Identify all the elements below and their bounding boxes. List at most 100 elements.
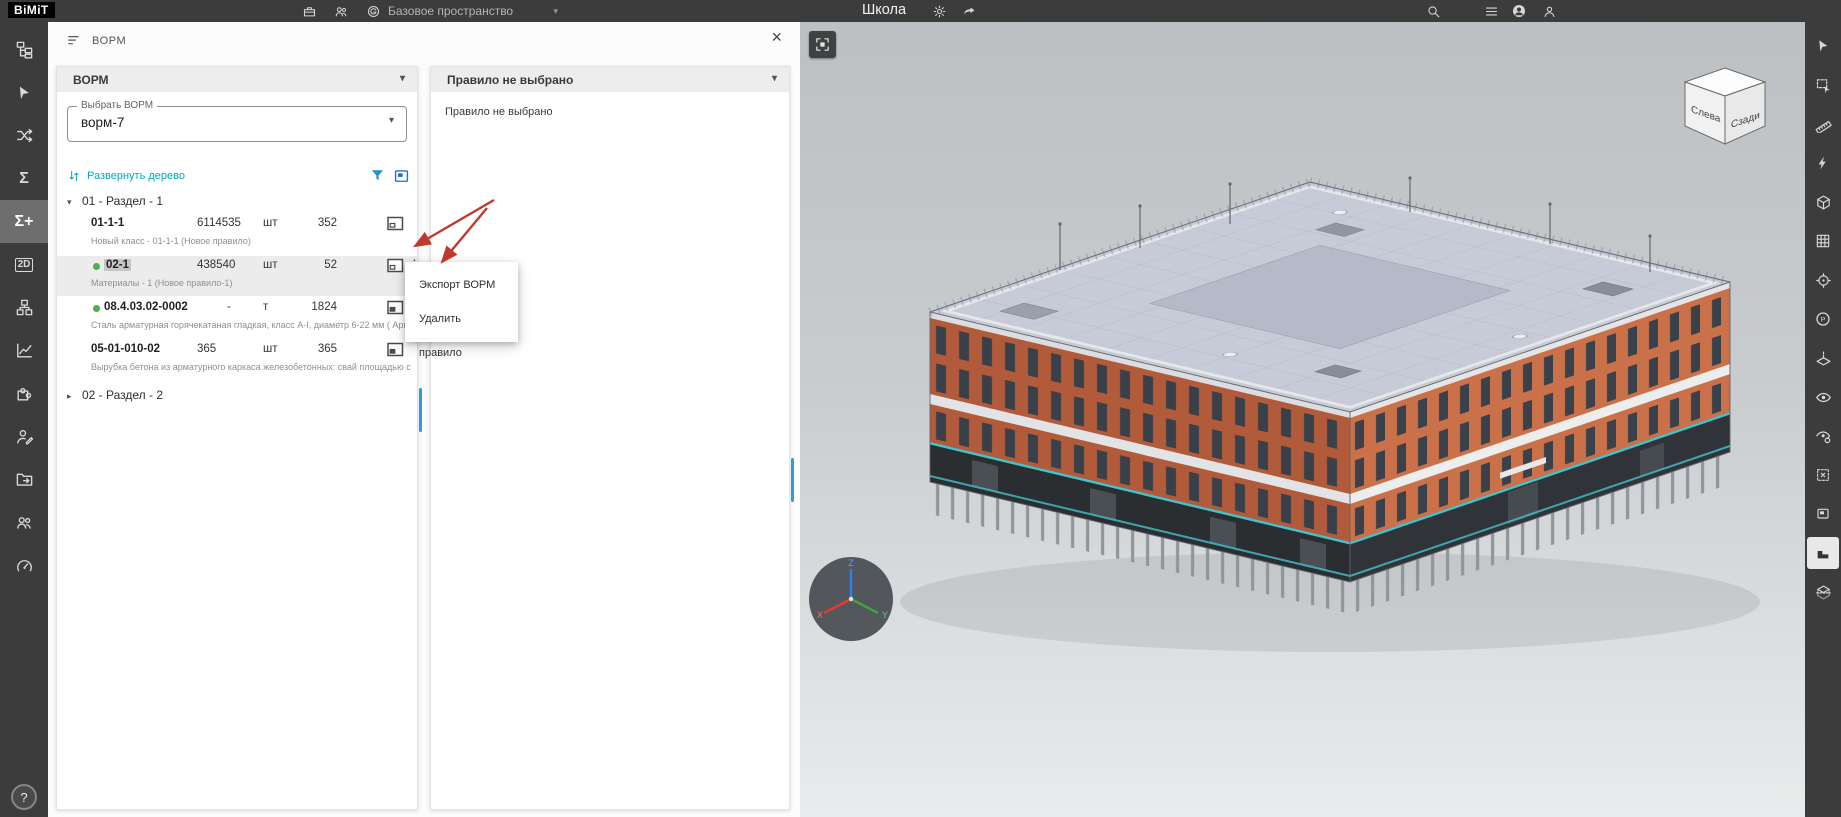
tree-row-selected[interactable]: 02-1 438540 шт 52 ⋮ Материалы - 1 (Новое… [57, 256, 421, 296]
app-root: BiMiT Базовое пространство ▾ Школа Σ Σ+ … [0, 0, 1841, 817]
row-count: 52 [324, 259, 337, 271]
row-unit: т [263, 301, 269, 313]
show-elements-icon[interactable] [387, 300, 404, 318]
hide-box-icon[interactable] [1807, 459, 1839, 491]
left-toolbar: Σ Σ+ 2D [0, 22, 48, 817]
topbar: BiMiT Базовое пространство ▾ Школа [0, 0, 1841, 22]
vorm-select[interactable]: Выбрать ВОРМ ворм-7 ▾ [67, 100, 407, 142]
user-icon[interactable] [1538, 3, 1560, 19]
analytics-chart-icon[interactable] [0, 329, 48, 372]
visibility-settings-icon[interactable] [1807, 420, 1839, 452]
avatar[interactable] [1508, 3, 1530, 19]
building-model [900, 176, 1760, 652]
row-subtitle: Вырубка бетона из арматурного каркаса же… [91, 362, 411, 372]
plugins-puzzle-icon[interactable] [0, 372, 48, 415]
connections-icon[interactable] [0, 114, 48, 157]
expand-tree-button[interactable]: Развернуть дерево [67, 169, 185, 183]
menu-item-delete-rule[interactable]: Удалить правило [405, 302, 518, 359]
workspace-label: Базовое пространство [388, 4, 514, 18]
settings-gear-icon[interactable] [928, 3, 950, 19]
scrollbar-thumb-right[interactable] [791, 458, 794, 502]
expand-icon [67, 169, 81, 183]
team-icon[interactable] [330, 3, 352, 19]
menu-list-icon[interactable] [1480, 3, 1502, 19]
projection-p-icon[interactable] [1807, 303, 1839, 335]
structure-tree-icon[interactable] [0, 28, 48, 71]
select-area-icon[interactable] [1807, 69, 1839, 101]
menu-item-export-vorm[interactable]: Экспорт ВОРМ [405, 268, 518, 302]
rule-empty-text: Правило не выбрано [445, 106, 553, 118]
vorm-select-label: Выбрать ВОРМ [77, 100, 158, 111]
row-code: 08.4.03.02-0002 [104, 301, 188, 313]
section-cube-icon[interactable] [1807, 576, 1839, 608]
axis-x-label: X [817, 610, 823, 620]
chevron-down-icon: ▾ [553, 5, 558, 16]
rule-section-header[interactable]: Правило не выбрано ▾ [431, 67, 789, 92]
axis-gizmo[interactable]: Z X Y [808, 556, 894, 642]
chevron-down-icon: ▾ [399, 73, 405, 84]
view-cube[interactable]: Слева Сзади [1677, 62, 1773, 162]
sigma-plus-vorm-icon[interactable]: Σ+ [0, 200, 48, 243]
vorm-section-header[interactable]: ВОРМ ▾ [57, 67, 417, 92]
focus-target-icon[interactable] [1807, 264, 1839, 296]
context-menu: Экспорт ВОРМ Удалить правило [405, 262, 518, 359]
users-icon[interactable] [0, 501, 48, 544]
filter-funnel-icon[interactable] [369, 167, 386, 184]
chevron-down-icon: ▾ [771, 73, 777, 84]
model-cube-icon[interactable] [1807, 186, 1839, 218]
sigma-icon[interactable]: Σ [0, 157, 48, 200]
quick-section-bolt-icon[interactable] [1807, 147, 1839, 179]
grid-icon[interactable] [1807, 225, 1839, 257]
scrollbar-thumb-left[interactable] [419, 388, 422, 432]
select-cursor-icon[interactable] [1807, 30, 1839, 62]
caret-down-icon: ▾ [67, 197, 72, 207]
expand-tree-label: Развернуть дерево [87, 170, 185, 182]
right-toolbar [1805, 22, 1841, 817]
select-area-icon[interactable] [392, 167, 411, 186]
show-elements-icon[interactable] [387, 342, 404, 360]
show-elements-icon[interactable] [387, 258, 404, 276]
search-icon[interactable] [1422, 3, 1444, 19]
share-icon[interactable] [958, 3, 980, 19]
show-elements-icon[interactable] [387, 216, 404, 234]
folder-share-icon[interactable] [0, 458, 48, 501]
close-icon[interactable]: × [771, 28, 782, 46]
app-logo: BiMiT [8, 2, 55, 18]
vorm-tree: ▾ 01 - Раздел - 1 01-1-1 6114535 шт 352 Н… [57, 190, 421, 406]
row-value: 6114535 [197, 217, 241, 229]
group-label: 01 - Раздел - 1 [82, 194, 164, 208]
workspace-selector[interactable]: Базовое пространство ▾ [388, 0, 558, 22]
tree-tools-row: Развернуть дерево [57, 164, 417, 190]
vorm-panel: ВОРМ × ВОРМ ▾ Выбрать ВОРМ ворм-7 ▾ Разв… [48, 22, 800, 817]
tree-group[interactable]: ▾ 01 - Раздел - 1 [57, 190, 417, 212]
tree-group-collapsed[interactable]: ▸ 02 - Раздел - 2 [57, 384, 417, 406]
vorm-select-value: ворм-7 [81, 115, 125, 130]
row-value: - [227, 301, 231, 313]
help-button[interactable]: ? [11, 784, 37, 810]
section-plane-icon[interactable] [1807, 342, 1839, 374]
measure-ruler-icon[interactable] [1807, 108, 1839, 140]
group-circle-icon[interactable] [362, 3, 384, 19]
tree-row[interactable]: 08.4.03.02-0002 - т 1824 Сталь арматурна… [57, 298, 417, 338]
isolate-icon[interactable] [1807, 498, 1839, 530]
row-code: 05-01-010-02 [91, 343, 161, 355]
zoom-to-selection-button[interactable] [809, 31, 836, 58]
row-count: 1824 [311, 301, 337, 313]
tree-row[interactable]: 05-01-010-02 365 шт 365 Вырубка бетона и… [57, 340, 417, 380]
row-subtitle: Новый класс - 01-1-1 (Новое правило) [91, 236, 251, 246]
assembly-icon[interactable] [0, 286, 48, 329]
green-status-dot [93, 263, 100, 270]
tree-row[interactable]: 01-1-1 6114535 шт 352 Новый класс - 01-1… [57, 214, 417, 254]
gauge-icon[interactable] [0, 544, 48, 587]
toolbox-icon[interactable] [298, 3, 320, 19]
panel-sort-icon[interactable] [66, 32, 83, 49]
row-count: 365 [317, 343, 337, 355]
visibility-eye-icon[interactable] [1807, 381, 1839, 413]
walls-tool-icon[interactable] [1807, 537, 1839, 569]
row-code: 02-1 [104, 259, 132, 271]
rule-section-title: Правило не выбрано [447, 72, 574, 87]
model-viewport-canvas[interactable]: Слева Сзади Z X Y [800, 22, 1805, 817]
2d-view-icon[interactable]: 2D [0, 243, 48, 286]
user-edit-icon[interactable] [0, 415, 48, 458]
select-cursor-icon[interactable] [0, 71, 48, 114]
